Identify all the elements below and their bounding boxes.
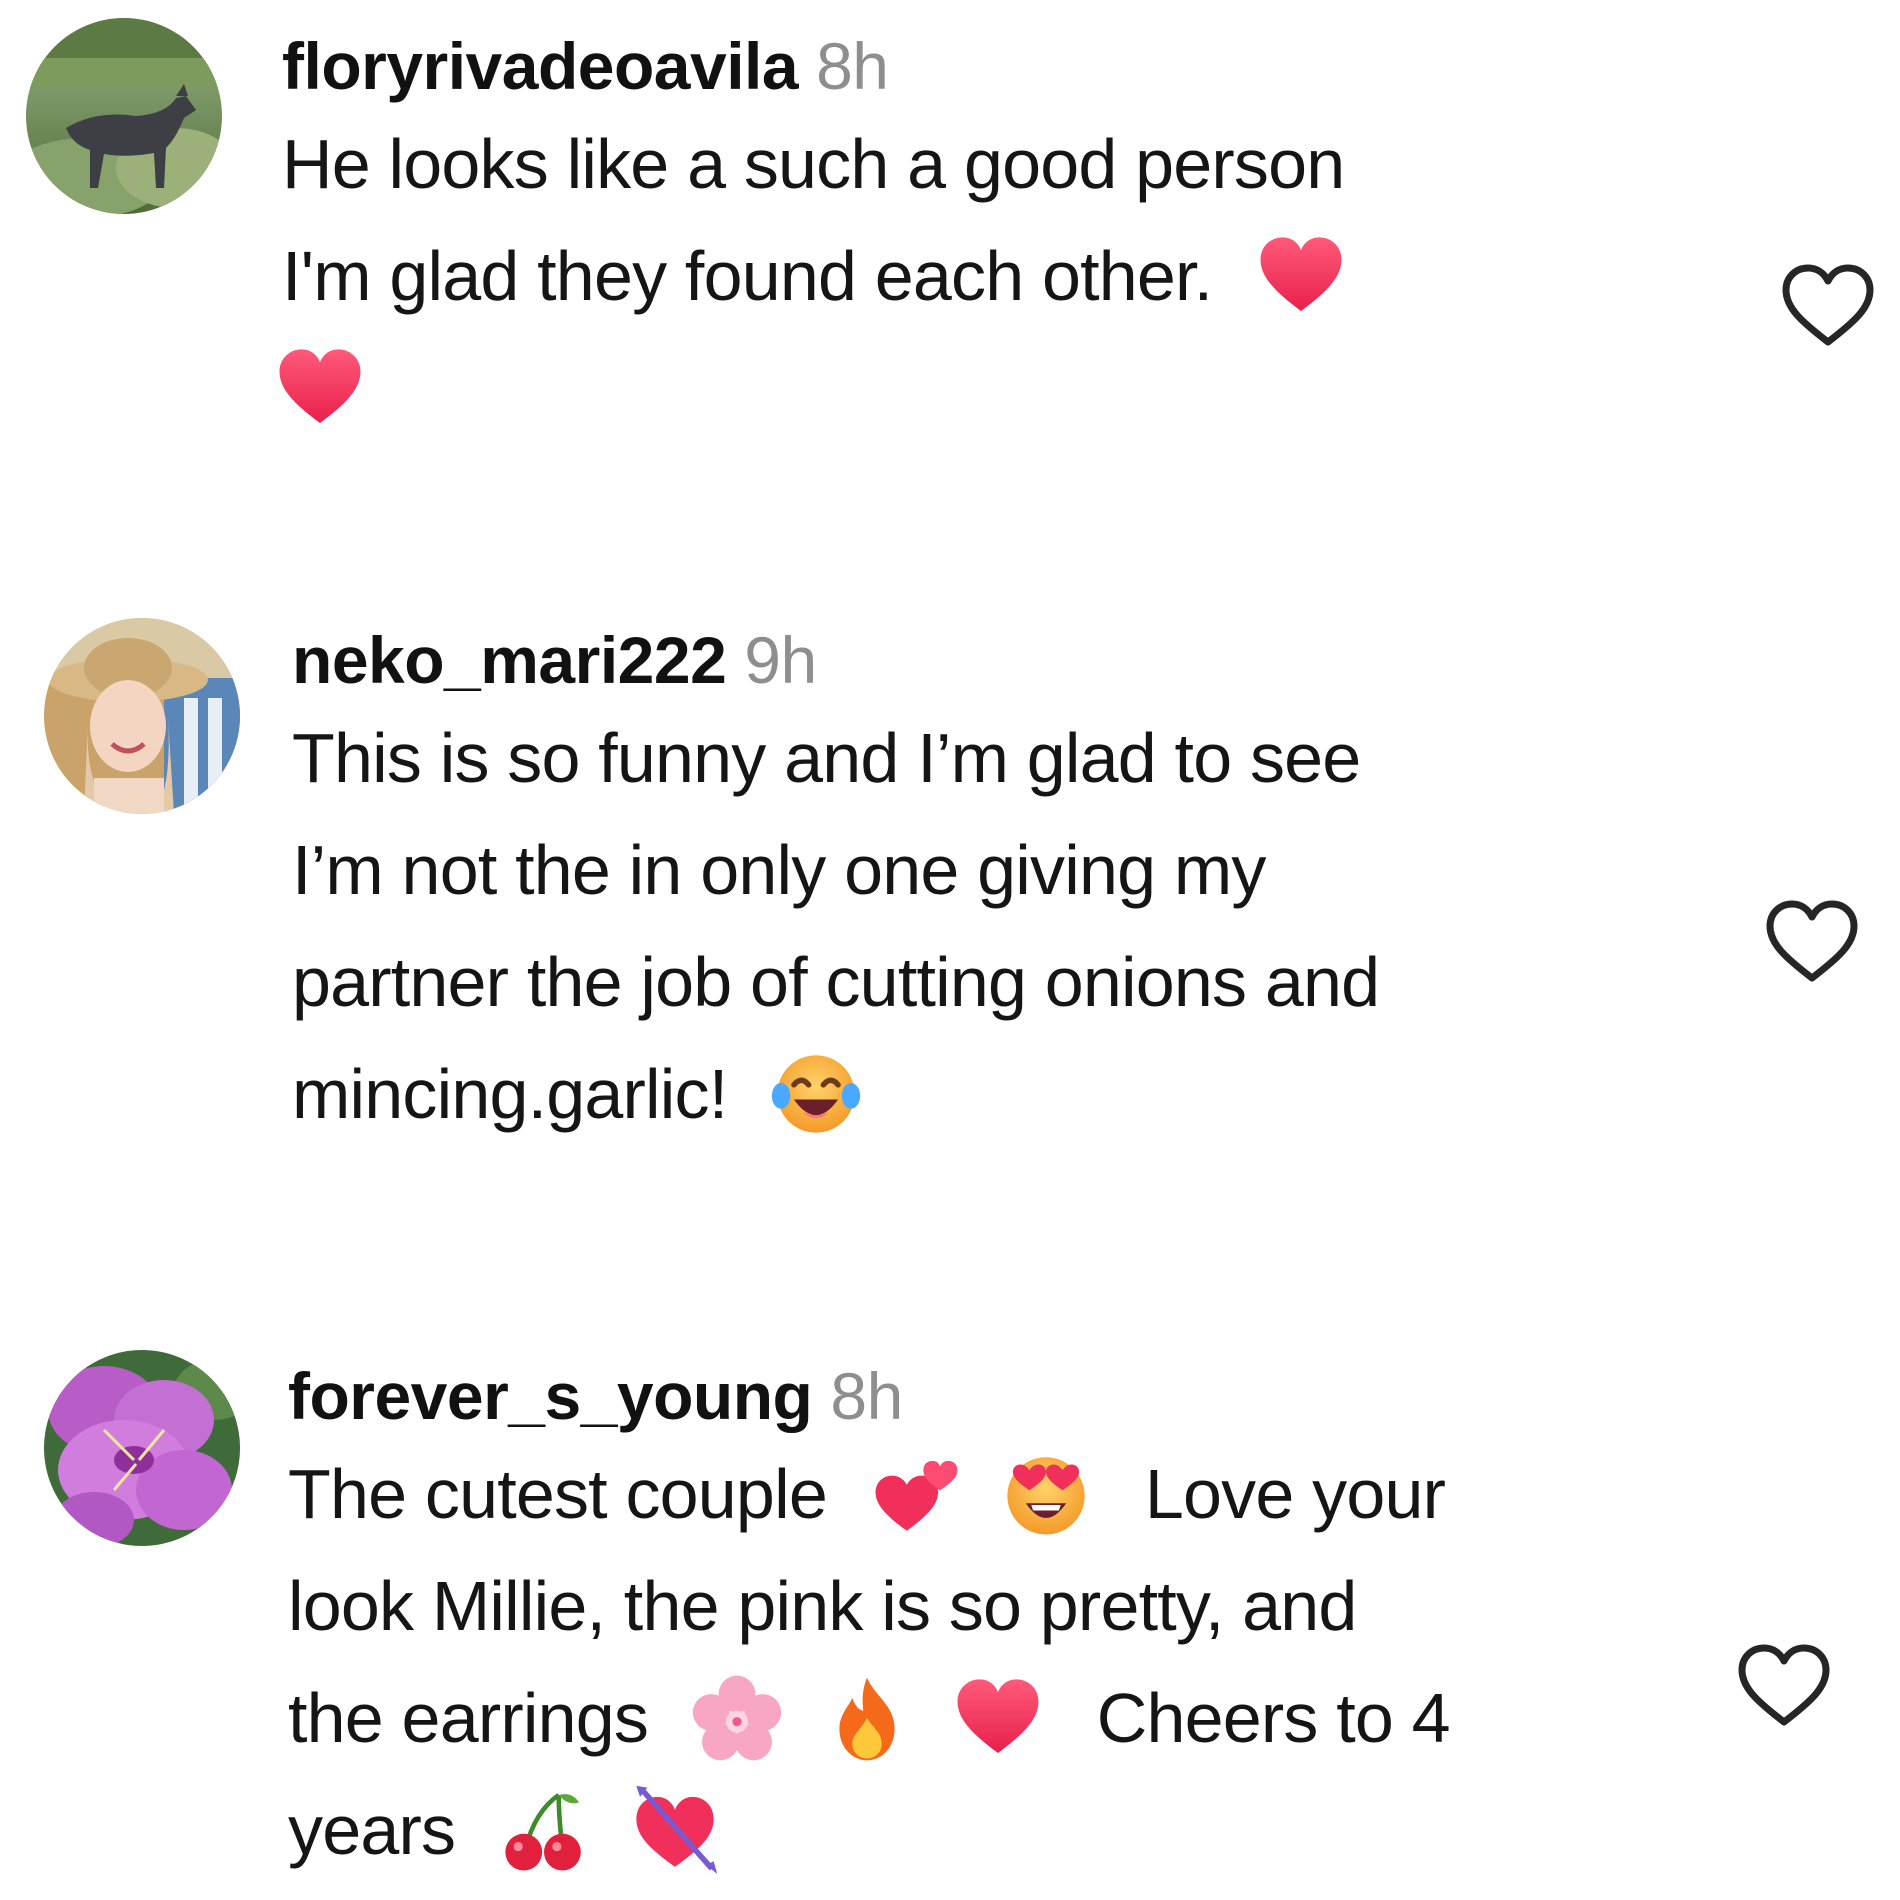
tears-of-joy-icon [770,1048,862,1140]
username-link[interactable]: forever_s_young [288,1359,813,1433]
heart-eyes-icon [1000,1448,1092,1540]
pink-flower-avatar-icon [44,1350,240,1546]
comment-text-line: The cutest couple Love your [288,1438,1450,1550]
like-button[interactable] [1780,262,1876,348]
like-button[interactable] [1764,898,1860,984]
woman-with-hat-avatar-icon [44,618,240,814]
comment-text-line: years [288,1774,1450,1886]
avatar[interactable] [44,1350,240,1546]
comment-text: The cutest couple [288,1455,828,1533]
comment-text-line: I'm glad they found each other. [282,220,1357,332]
comment-text: I'm glad they found each other. [282,237,1213,315]
heart-outline-icon [1766,900,1858,982]
horse-avatar-icon [26,18,222,214]
comment-text-line: mincing.garlic! [292,1038,1379,1150]
avatar[interactable] [26,18,222,214]
red-heart-icon [1255,230,1347,322]
comment-text: the earrings [288,1679,649,1757]
comment-header: neko_mari222 9h [292,624,1379,696]
comment-text-line: I’m not the in only one giving my [292,814,1379,926]
two-hearts-icon [870,1448,962,1540]
comment-text: partner the job of cutting onions and [292,943,1380,1021]
comment-header: forever_s_young 8h [288,1360,1450,1432]
heart-outline-icon [1782,264,1874,346]
like-button[interactable] [1736,1642,1832,1728]
username-link[interactable]: floryrivadeoavila [282,29,799,103]
comment-text: mincing.garlic! [292,1055,728,1133]
comment-text: I’m not the in only one giving my [292,831,1266,909]
comment-item: floryrivadeoavila 8h He looks like a such… [0,0,1900,600]
username-link[interactable]: neko_mari222 [292,623,727,697]
red-heart-icon [952,1672,1044,1764]
heart-outline-icon [1738,1644,1830,1726]
comment-text-line: look Millie, the pink is so pretty, and [288,1550,1450,1662]
cherry-blossom-icon [691,1672,783,1764]
comment-text-line: He looks like a such a good person [282,108,1357,220]
comment-text: Cheers to 4 [1096,1679,1451,1757]
red-heart-icon [274,342,366,434]
comment-text: This is so funny and I’m glad to see [292,719,1361,797]
timestamp[interactable]: 8h [830,1359,903,1433]
comment-text: look Millie, the pink is so pretty, and [288,1567,1357,1645]
fire-icon [821,1672,913,1764]
cherries-icon [498,1784,590,1876]
comment-text-line: This is so funny and I’m glad to see [292,702,1379,814]
comment-text-line [274,332,1357,444]
comment-item: forever_s_young 8h The cutest couple Love… [0,1336,1900,1900]
timestamp[interactable]: 8h [816,29,889,103]
avatar[interactable] [44,618,240,814]
comment-item: neko_mari222 9h This is so funny and I’m … [0,600,1900,1300]
comment-text-line: partner the job of cutting onions and [292,926,1380,1038]
timestamp[interactable]: 9h [744,623,817,697]
heart-with-arrow-icon [629,1784,721,1876]
comment-text: Love your [1144,1455,1446,1533]
comment-header: floryrivadeoavila 8h [282,30,1357,102]
comment-text: years [288,1791,456,1869]
comment-text: He looks like a such a good person [282,125,1345,203]
comment-text-line: the earrings Cheers to 4 [288,1662,1451,1774]
